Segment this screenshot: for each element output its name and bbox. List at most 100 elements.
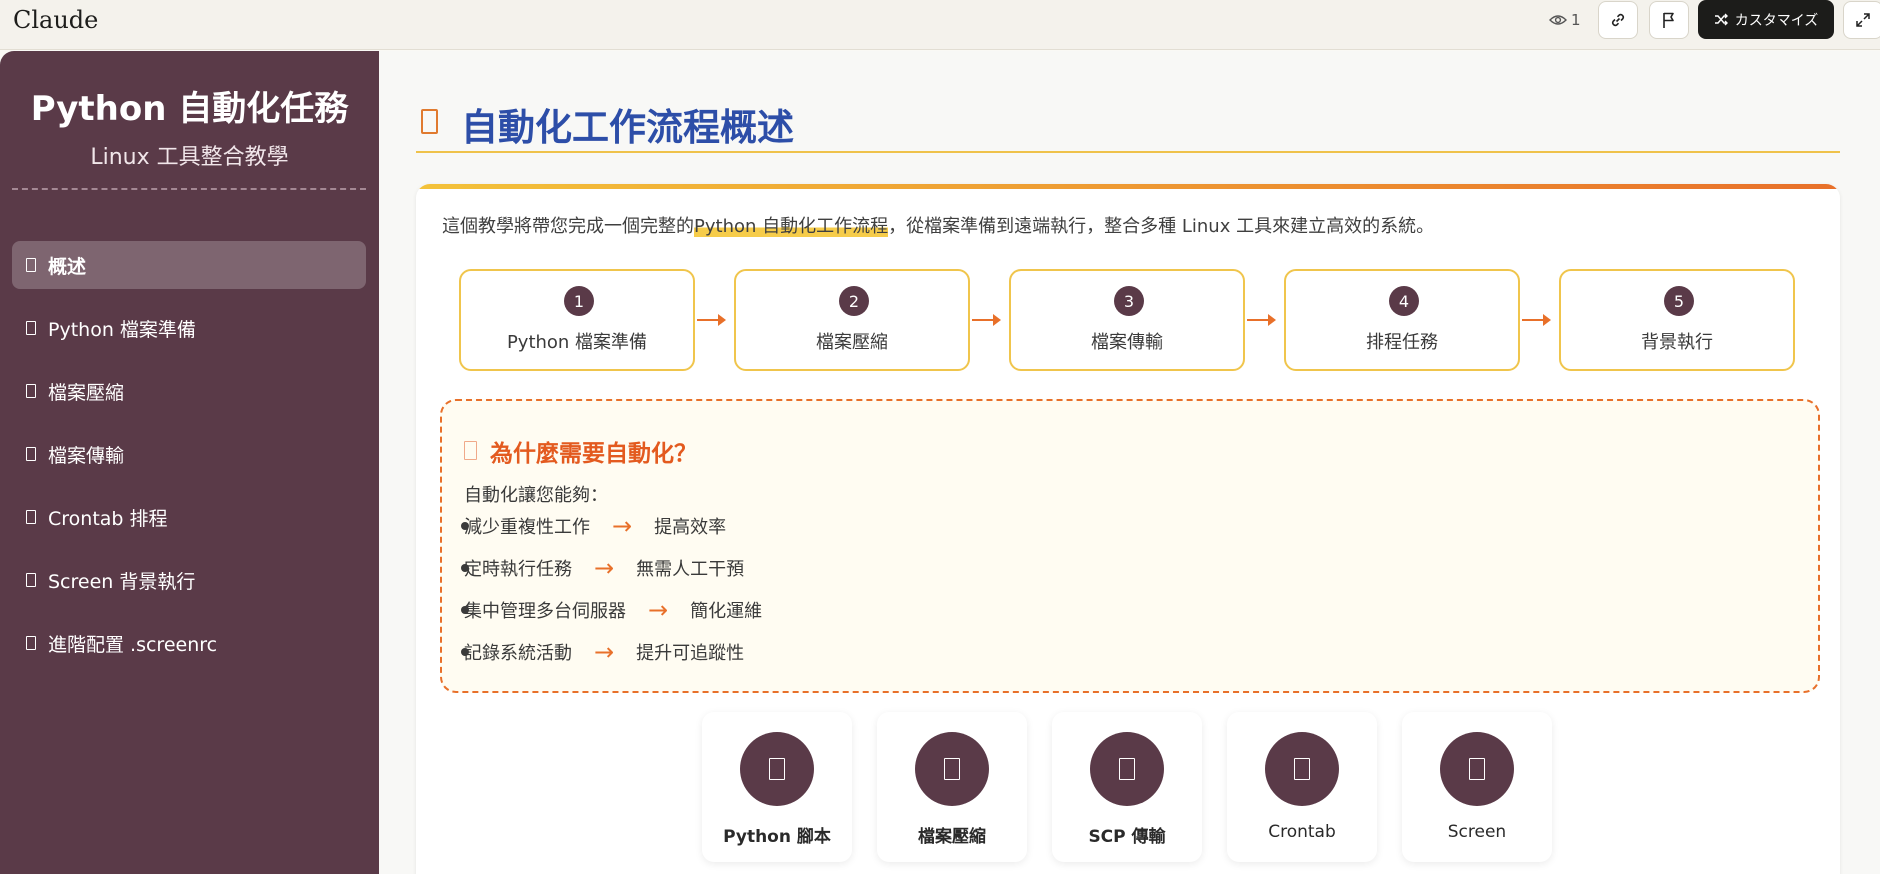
tool-label: Python 腳本 [723, 827, 831, 847]
intro-after: ，從檔案準備到遠端執行，整合多種 Linux 工具來建立高效的系統。 [888, 216, 1435, 237]
workflow-step: 3 檔案傳輸 [1009, 269, 1245, 371]
lightbulb-icon [464, 441, 477, 460]
bullet [461, 606, 469, 614]
sidebar: Python 自動化任務 Linux 工具整合教學 概述 Python 檔案準備… [0, 51, 379, 874]
sidebar-item-crontab[interactable]: Crontab 排程 [12, 493, 366, 541]
sidebar-divider [12, 188, 366, 190]
step-number: 5 [1664, 286, 1694, 316]
bullet [461, 522, 469, 530]
sidebar-subtitle: Linux 工具整合教學 [90, 145, 289, 170]
list-item: 記錄系統活動 → 提升可追蹤性 [461, 637, 745, 667]
intro-text: 這個教學將帶您完成一個完整的Python 自動化工作流程，從檔案準備到遠端執行，… [442, 212, 1434, 238]
shuffle-icon [1714, 13, 1728, 26]
step-arrow-icon [1522, 314, 1551, 326]
sidebar-item-screenrc[interactable]: 進階配置 .screenrc [12, 619, 366, 667]
viewer-count: 1 [1549, 11, 1581, 29]
app-title: Claude [13, 6, 99, 34]
terminal-icon [26, 573, 36, 587]
benefit-to: 無需人工干預 [636, 559, 745, 580]
archive-icon [26, 384, 36, 398]
benefit-from: 集中管理多台伺服器 [464, 601, 626, 622]
bullet [461, 564, 469, 572]
sidebar-item-overview[interactable]: 概述 [12, 241, 366, 289]
step-label: 排程任務 [1366, 332, 1438, 353]
tool-card-crontab[interactable]: Crontab [1227, 712, 1377, 862]
sidebar-item-python-prep[interactable]: Python 檔案準備 [12, 304, 366, 352]
workflow-icon [421, 109, 438, 134]
tool-card-screen[interactable]: Screen [1402, 712, 1552, 862]
arrow-right-icon: → [612, 512, 633, 540]
expand-button[interactable] [1843, 1, 1880, 39]
workflow-step: 1 Python 檔案準備 [459, 269, 695, 371]
benefit-from: 定時執行任務 [464, 559, 572, 580]
step-number: 3 [1114, 286, 1144, 316]
tool-card-compression[interactable]: 檔案壓縮 [877, 712, 1027, 862]
viewer-count-value: 1 [1571, 11, 1581, 29]
why-automate-box: 為什麼需要自動化？ 自動化讓您能夠： 減少重複性工作 → 提高效率 定時執行任務… [440, 399, 1820, 693]
sidebar-item-compression[interactable]: 檔案壓縮 [12, 367, 366, 415]
terminal-icon [1440, 732, 1514, 806]
tool-label: SCP 傳輸 [1088, 827, 1166, 847]
gear-icon [26, 636, 36, 650]
flag-icon [1663, 12, 1674, 28]
intro-before: 這個教學將帶您完成一個完整的 [442, 216, 694, 237]
sidebar-item-label: 進階配置 .screenrc [48, 633, 218, 656]
step-label: 背景執行 [1641, 332, 1713, 353]
customize-label: カスタマイズ [1734, 12, 1819, 29]
tool-card-scp[interactable]: SCP 傳輸 [1052, 712, 1202, 862]
step-arrow-icon [972, 314, 1001, 326]
copy-link-button[interactable] [1598, 1, 1638, 39]
archive-icon [915, 732, 989, 806]
step-label: 檔案壓縮 [816, 332, 888, 353]
eye-icon [1549, 15, 1567, 25]
page-header: 自動化工作流程概述 [416, 91, 1840, 153]
why-title: 為什麼需要自動化？ [490, 441, 697, 467]
tool-label: Crontab [1268, 822, 1336, 842]
page-title: 自動化工作流程概述 [461, 106, 794, 149]
step-arrow-icon [697, 314, 726, 326]
python-file-icon [26, 321, 36, 335]
step-number: 2 [839, 286, 869, 316]
tool-label: 檔案壓縮 [918, 827, 986, 847]
step-number: 4 [1389, 286, 1419, 316]
list-item: 集中管理多台伺服器 → 簡化運維 [461, 595, 763, 625]
sidebar-item-label: 概述 [48, 255, 87, 278]
arrow-right-icon: → [594, 638, 615, 666]
main-content: 自動化工作流程概述 這個教學將帶您完成一個完整的Python 自動化工作流程，從… [379, 51, 1880, 874]
customize-button[interactable]: カスタマイズ [1698, 0, 1834, 39]
expand-icon [1856, 13, 1870, 27]
list-item: 減少重複性工作 → 提高效率 [461, 511, 727, 541]
sidebar-item-transfer[interactable]: 檔案傳輸 [12, 430, 366, 478]
sidebar-title: Python 自動化任務 [30, 89, 349, 129]
sidebar-item-label: Screen 背景執行 [48, 570, 196, 593]
list-item: 定時執行任務 → 無需人工干預 [461, 553, 745, 583]
sidebar-item-label: 檔案壓縮 [48, 381, 125, 404]
benefit-to: 簡化運維 [690, 601, 763, 622]
intro-highlight: Python 自動化工作流程 [694, 216, 889, 237]
overview-icon [26, 258, 36, 272]
workflow-step: 5 背景執行 [1559, 269, 1795, 371]
benefit-from: 減少重複性工作 [464, 517, 590, 538]
python-icon [740, 732, 814, 806]
step-label: 檔案傳輸 [1091, 332, 1163, 353]
report-button[interactable] [1649, 1, 1689, 39]
benefit-to: 提高效率 [654, 517, 727, 538]
sidebar-item-label: Python 檔案準備 [48, 318, 196, 341]
bullet [461, 648, 469, 656]
clock-icon [26, 510, 36, 524]
workflow-step: 2 檔案壓縮 [734, 269, 970, 371]
arrow-right-icon: → [594, 554, 615, 582]
sidebar-item-label: 檔案傳輸 [48, 444, 125, 467]
overview-card: 這個教學將帶您完成一個完整的Python 自動化工作流程，從檔案準備到遠端執行，… [416, 184, 1840, 874]
why-lead: 自動化讓您能夠： [464, 485, 608, 506]
benefit-from: 記錄系統活動 [464, 643, 572, 664]
tool-label: Screen [1447, 822, 1507, 842]
link-icon [1611, 13, 1625, 27]
tool-card-python[interactable]: Python 腳本 [702, 712, 852, 862]
step-number: 1 [564, 286, 594, 316]
step-arrow-icon [1247, 314, 1276, 326]
card-accent-bar [416, 184, 1840, 189]
benefit-to: 提升可追蹤性 [636, 643, 745, 664]
sidebar-item-screen[interactable]: Screen 背景執行 [12, 556, 366, 604]
step-label: Python 檔案準備 [506, 332, 648, 353]
